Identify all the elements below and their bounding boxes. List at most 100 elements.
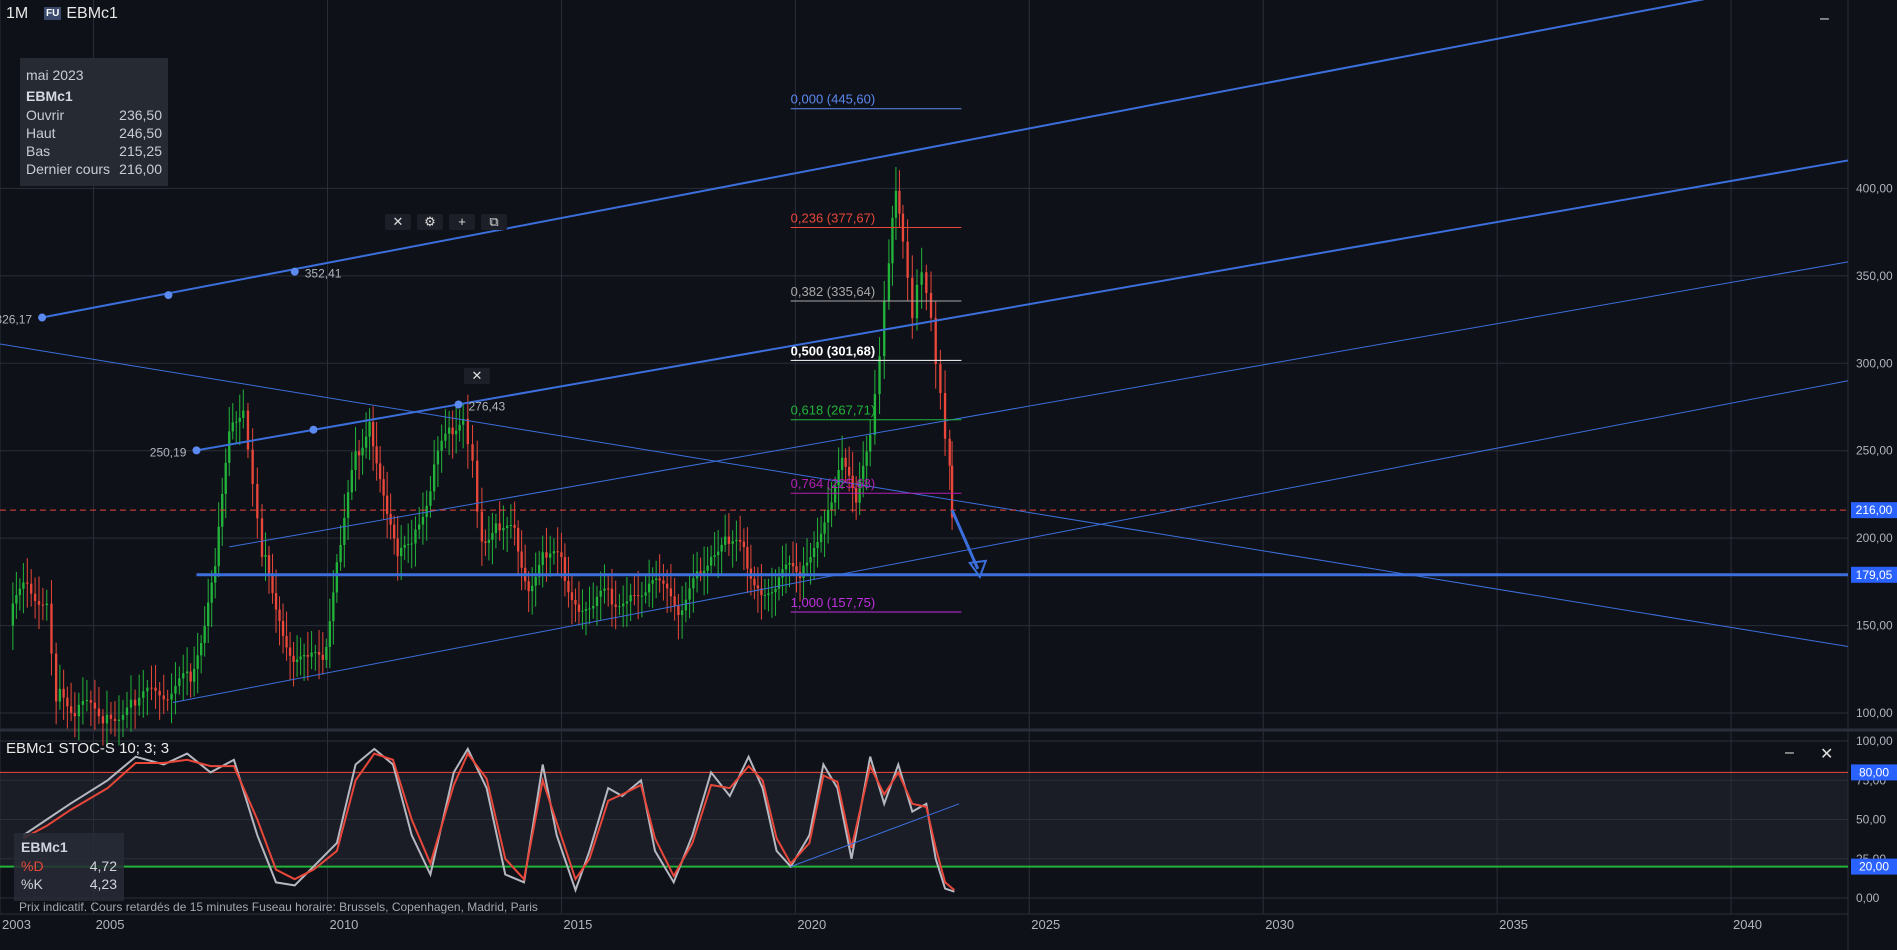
candle-body xyxy=(731,541,734,544)
candle-body xyxy=(552,551,556,554)
candle-body xyxy=(788,562,791,565)
candle-body xyxy=(777,577,781,589)
candle-body xyxy=(429,491,432,506)
last-price-tag-label: 216,00 xyxy=(1856,503,1893,517)
candle-body xyxy=(113,718,117,722)
fib-label-5: 0,764 (225,68) xyxy=(791,476,876,491)
candle-body xyxy=(317,651,321,655)
candle-body xyxy=(723,536,727,545)
add-icon[interactable]: + xyxy=(449,214,475,230)
stoch-d-row: %D 4,72 xyxy=(21,858,117,874)
symbol-title[interactable]: FU EBMc1 xyxy=(44,5,118,23)
candle-body xyxy=(45,603,48,606)
candle-body xyxy=(436,450,440,465)
gear-icon[interactable]: ⚙ xyxy=(417,214,443,230)
candle-body xyxy=(458,424,461,431)
candle-body xyxy=(622,603,625,607)
drawing-toolbar-2: ✕ xyxy=(464,368,490,384)
interval-label[interactable]: 1M xyxy=(6,5,28,23)
candle-body xyxy=(581,610,584,612)
fib-label-2: 0,382 (335,64) xyxy=(791,284,876,299)
candle-body xyxy=(570,592,574,600)
copy-icon[interactable]: ⧉ xyxy=(481,214,507,230)
x-tick-label: 2025 xyxy=(1031,917,1060,932)
y-tick-label: 350,00 xyxy=(1856,269,1893,283)
candle-body xyxy=(830,502,833,510)
candle-body xyxy=(618,606,621,608)
candle-body xyxy=(614,604,617,607)
price-chart[interactable]: 2003 2005 2010 2015 2020 2025 2030 2035 2040 100,… xyxy=(0,0,1897,950)
candle-body xyxy=(840,457,844,471)
candle-body xyxy=(680,610,684,616)
candle-body xyxy=(392,524,396,539)
candle-body xyxy=(267,555,271,575)
candle-body xyxy=(77,704,81,717)
candle-body xyxy=(633,595,636,597)
y-tick-label: 400,00 xyxy=(1856,181,1893,195)
ohlc-row-last: Dernier cours 216,00 xyxy=(26,161,162,177)
candle-body xyxy=(328,621,332,647)
candle-body xyxy=(915,284,919,319)
channel-anchor-4 xyxy=(454,400,463,409)
x-tick-label: 2035 xyxy=(1499,917,1528,932)
candle-body xyxy=(339,544,342,563)
minimize-main-button[interactable]: – xyxy=(1820,10,1829,28)
candle-body xyxy=(878,356,881,395)
candle-body xyxy=(727,536,731,544)
candle-body xyxy=(414,529,417,544)
candle-body xyxy=(534,576,537,586)
candle-body xyxy=(556,551,559,553)
candle-body xyxy=(763,595,767,597)
candle-body xyxy=(742,541,746,548)
y-tick-label: 300,00 xyxy=(1856,356,1893,370)
delete-drawing-button[interactable]: ✕ xyxy=(385,214,411,230)
candle-body xyxy=(644,592,647,596)
candle-body xyxy=(154,687,157,691)
candle-body xyxy=(471,444,474,461)
candle-body xyxy=(549,553,552,558)
candle-body xyxy=(716,551,720,556)
candle-body xyxy=(948,438,951,466)
candle-body xyxy=(325,646,328,660)
candle-body xyxy=(791,562,795,567)
y-tick-label: 200,00 xyxy=(1856,531,1893,545)
candle-body xyxy=(142,691,145,698)
candle-body xyxy=(513,524,516,528)
fib-label-6: 1,000 (157,75) xyxy=(791,595,876,610)
candle-body xyxy=(58,688,62,702)
candle-body xyxy=(66,697,69,707)
candle-body xyxy=(85,700,89,702)
candle-body xyxy=(869,434,872,452)
candle-body xyxy=(809,557,812,563)
candle-body xyxy=(894,190,898,218)
candle-body xyxy=(321,654,324,660)
candle-body xyxy=(440,440,443,451)
candle-body xyxy=(150,687,153,689)
candle-body xyxy=(891,217,894,264)
candle-body xyxy=(97,708,101,717)
support-tag-label: 179,05 xyxy=(1856,568,1893,582)
minimize-stoch-button[interactable]: – xyxy=(1785,744,1794,762)
candle-body xyxy=(200,643,203,656)
candle-body xyxy=(69,706,73,713)
candle-body xyxy=(480,511,484,542)
stoch-tooltip: EBMc1 %D 4,72 %K 4,23 xyxy=(14,833,124,901)
candle-body xyxy=(278,609,281,622)
candle-body xyxy=(447,427,451,434)
candle-body xyxy=(588,608,591,610)
channel-anchor-label: 326,17 xyxy=(0,313,32,327)
candle-body xyxy=(826,509,830,523)
candle-body xyxy=(920,272,923,285)
candle-body xyxy=(101,716,105,724)
candle-body xyxy=(15,595,18,604)
candle-body xyxy=(73,712,77,717)
x-tick-label: 2040 xyxy=(1733,917,1762,932)
channel-anchor-label: 352,41 xyxy=(305,267,342,281)
candle-body xyxy=(105,714,109,724)
close-stoch-button[interactable]: ✕ xyxy=(1820,744,1833,764)
delete-drawing-button-2[interactable]: ✕ xyxy=(464,368,490,384)
candle-body xyxy=(332,592,335,622)
candle-body xyxy=(563,557,567,581)
candle-body xyxy=(819,533,823,543)
candle-body xyxy=(603,588,606,591)
